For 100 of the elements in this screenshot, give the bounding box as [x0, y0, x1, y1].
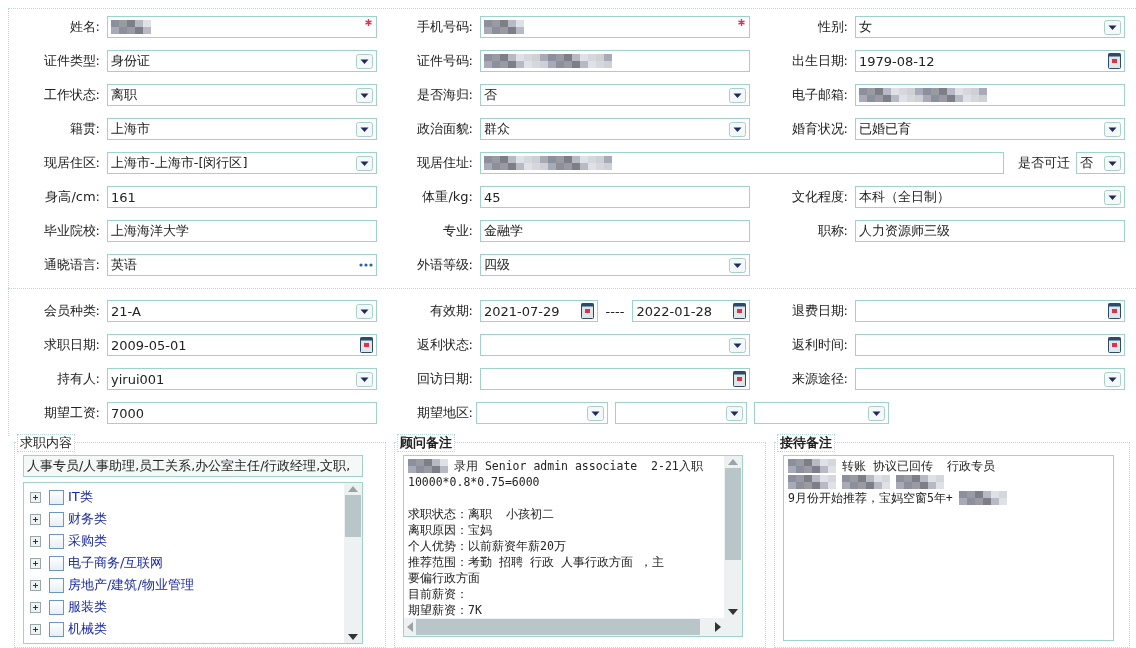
vertical-scrollbar[interactable]	[344, 483, 362, 643]
select-field[interactable]	[476, 402, 608, 424]
field-label: 文化程度:	[791, 188, 849, 206]
tree-item[interactable]: 机械类	[68, 620, 107, 638]
scroll-down-icon[interactable]	[728, 609, 738, 615]
text-field[interactable]: 7000	[107, 402, 377, 424]
field-label: 求职日期:	[43, 336, 101, 354]
checkbox[interactable]	[49, 555, 64, 571]
panel-title: 接待备注	[777, 434, 835, 452]
scroll-down-icon[interactable]	[348, 634, 358, 640]
text-field[interactable]: 上海海洋大学	[107, 220, 377, 242]
select-field[interactable]: 否	[480, 84, 750, 106]
calendar-icon[interactable]	[1108, 337, 1121, 353]
field-label: 回访日期:	[416, 370, 474, 388]
checkbox[interactable]	[49, 577, 64, 593]
text-field[interactable]	[855, 84, 1125, 106]
tree-item[interactable]: 服装类	[68, 598, 107, 616]
date-field[interactable]: 2021-07-29	[480, 300, 598, 322]
expand-icon[interactable]	[30, 557, 41, 569]
note-text: 推荐范围：考勤 招聘 行政 人事行政方面 ，主	[408, 554, 664, 570]
field-label: 期望工资:	[43, 404, 101, 422]
blurred-text-drawing	[958, 491, 1007, 505]
field-label: 会员种类:	[43, 302, 101, 320]
vertical-scrollbar[interactable]	[724, 456, 742, 618]
select-field[interactable]: 群众	[480, 118, 750, 140]
date-field[interactable]	[855, 334, 1125, 356]
field-label: 身高/cm:	[45, 188, 101, 206]
calendar-icon[interactable]	[1108, 303, 1121, 319]
select-field[interactable]	[480, 334, 750, 356]
checkbox[interactable]	[49, 621, 64, 637]
tree-item[interactable]: 电子商务/互联网	[68, 554, 164, 572]
select-field[interactable]: 否	[1076, 152, 1125, 174]
scrollbar-thumb[interactable]	[416, 619, 700, 635]
date-field[interactable]	[480, 368, 750, 390]
field-label: 职称:	[817, 222, 849, 240]
calendar-icon[interactable]	[580, 303, 594, 319]
select-field[interactable]	[615, 402, 747, 424]
calendar-icon[interactable]	[360, 337, 373, 353]
expand-icon[interactable]	[30, 535, 41, 547]
field-label: 返利状态:	[416, 336, 474, 354]
expand-icon[interactable]	[30, 491, 41, 503]
select-field[interactable]: 已婚已育	[855, 118, 1125, 140]
panel-title: 求职内容	[17, 434, 75, 452]
field-label: 婚育状况:	[791, 120, 849, 138]
notes-textarea[interactable]: 录用 Senior admin associate 2-21入职 10000*0.8*0.75=6000 求职状态：离职 小孩初二 离职原因：宝妈 个人优势：以前薪资年薪20万 推荐范围：考勤 招聘 行政 人事行政方面 ，主 要偏行政方面 目前薪资： 期望薪资：7K	[403, 455, 743, 637]
note-text: 9月份开始推荐，宝妈空窗5年+	[788, 490, 953, 506]
field-label: 姓名:	[69, 18, 101, 36]
horizontal-scrollbar[interactable]	[404, 618, 724, 636]
text-field[interactable]	[480, 152, 1004, 174]
select-field[interactable]	[855, 368, 1125, 390]
checkbox[interactable]	[49, 599, 64, 615]
selected-jobs-field[interactable]: 人事专员/人事助理,员工关系,办公室主任/行政经理,文职,	[23, 455, 363, 477]
field-label: 专业:	[442, 222, 474, 240]
scroll-right-icon[interactable]	[715, 622, 721, 632]
select-field[interactable]: 女	[855, 16, 1125, 38]
select-field[interactable]: 上海市	[107, 118, 377, 140]
expand-icon[interactable]	[30, 579, 41, 591]
date-field[interactable]: 2022-01-28	[632, 300, 750, 322]
ellipsis-icon[interactable]	[359, 263, 373, 267]
tree-item[interactable]: 采购类	[68, 532, 107, 550]
text-field[interactable]	[480, 50, 750, 72]
checkbox[interactable]	[49, 511, 64, 527]
expand-icon[interactable]	[30, 601, 41, 613]
calendar-icon[interactable]	[1108, 53, 1121, 69]
select-field[interactable]: 身份证	[107, 50, 377, 72]
text-field[interactable]: 45	[480, 186, 750, 208]
select-field[interactable]: 离职	[107, 84, 377, 106]
text-field[interactable]: 金融学	[480, 220, 750, 242]
select-field[interactable]: 四级	[480, 254, 750, 276]
date-field[interactable]	[855, 300, 1125, 322]
select-field[interactable]	[754, 402, 889, 424]
range-separator: ----	[605, 303, 625, 319]
expand-icon[interactable]	[30, 623, 41, 635]
date-field[interactable]: 1979-08-12	[855, 50, 1125, 72]
expand-icon[interactable]	[30, 513, 41, 525]
select-field[interactable]: 21-A	[107, 300, 377, 322]
text-field[interactable]: 人力资源师三级	[855, 220, 1125, 242]
select-field[interactable]: yirui001	[107, 368, 377, 390]
select-field[interactable]: 上海市-上海市-[闵行区]	[107, 152, 377, 174]
calendar-icon[interactable]	[733, 371, 746, 387]
picker-field[interactable]: 英语	[107, 254, 377, 276]
text-field[interactable]	[107, 16, 377, 38]
note-text: 期望薪资：7K	[408, 602, 482, 618]
calendar-icon[interactable]	[733, 303, 746, 319]
field-label: 来源途径:	[791, 370, 849, 388]
text-field[interactable]: 161	[107, 186, 377, 208]
scrollbar-thumb[interactable]	[345, 495, 361, 537]
scrollbar-thumb[interactable]	[725, 468, 741, 560]
field-label: 外语等级:	[416, 256, 474, 274]
date-field[interactable]: 2009-05-01	[107, 334, 377, 356]
tree-item[interactable]: 财务类	[68, 510, 107, 528]
checkbox[interactable]	[49, 533, 64, 549]
note-text: 10000*0.8*0.75=6000	[408, 474, 540, 490]
tree-item[interactable]: IT类	[68, 488, 93, 506]
tree-item[interactable]: 房地产/建筑/物业管理	[68, 576, 194, 594]
checkbox[interactable]	[49, 489, 64, 505]
notes-textarea[interactable]: 转账 协议已回传 行政专员 9月份开始推荐，宝妈空窗5年+	[783, 455, 1114, 641]
select-field[interactable]: 本科（全日制）	[855, 186, 1125, 208]
field-label: 通晓语言:	[43, 256, 101, 274]
text-field[interactable]	[480, 16, 750, 38]
